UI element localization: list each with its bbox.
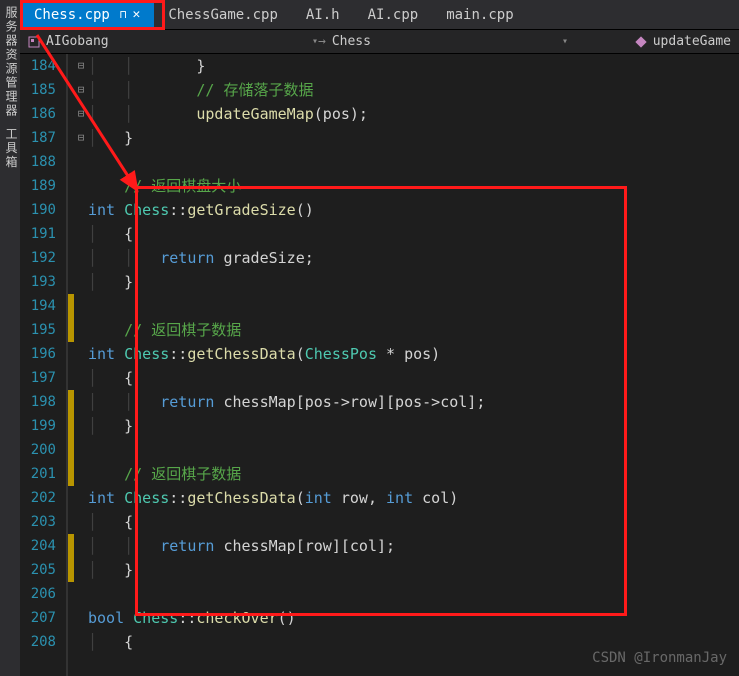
project-icon <box>28 36 40 48</box>
nav-member[interactable]: updateGame <box>568 34 739 49</box>
fold-toggle[interactable]: ⊟ <box>74 126 88 150</box>
code-line[interactable]: │ │ return chessMap[pos->row][pos->col]; <box>88 390 739 414</box>
line-number: 195 <box>20 318 56 342</box>
code-line[interactable]: int Chess::getGradeSize() <box>88 198 739 222</box>
line-number: 188 <box>20 150 56 174</box>
watermark: CSDN @IronmanJay <box>592 650 727 666</box>
code-line[interactable]: │ │ return gradeSize; <box>88 246 739 270</box>
tab-main-cpp[interactable]: main.cpp <box>432 0 527 29</box>
code-line[interactable]: │ │ // 存储落子数据 <box>88 78 739 102</box>
tab-ai-cpp[interactable]: AI.cpp <box>354 0 433 29</box>
line-number: 194 <box>20 294 56 318</box>
code-line[interactable]: // 返回棋子数据 <box>88 462 739 486</box>
line-number: 203 <box>20 510 56 534</box>
code-line[interactable]: // 返回棋子数据 <box>88 318 739 342</box>
line-number: 190 <box>20 198 56 222</box>
code-line[interactable] <box>88 582 739 606</box>
line-number: 204 <box>20 534 56 558</box>
code-line[interactable]: │ { <box>88 366 739 390</box>
fold-column[interactable]: ⊟⊟⊟⊟ <box>74 54 88 676</box>
nav-member-label: updateGame <box>653 34 731 49</box>
code-line[interactable]: │ { <box>88 510 739 534</box>
fold-toggle[interactable]: ⊟ <box>74 78 88 102</box>
code-line[interactable]: // 返回棋盘大小 <box>88 174 739 198</box>
line-number: 191 <box>20 222 56 246</box>
fold-toggle[interactable]: ⊟ <box>74 54 88 78</box>
tab-label: Chess.cpp <box>34 7 110 23</box>
code-line[interactable] <box>88 294 739 318</box>
code-line[interactable] <box>88 438 739 462</box>
code-line[interactable]: │ │ updateGameMap(pos); <box>88 102 739 126</box>
code-line[interactable]: │ } <box>88 270 739 294</box>
code-line[interactable]: │ │ } <box>88 54 739 78</box>
side-toolbar[interactable]: 服务器资源管理器 工具箱 <box>0 0 20 676</box>
method-icon <box>635 36 647 48</box>
fold-toggle[interactable]: ⊟ <box>74 102 88 126</box>
navigation-bar: AIGobang ▾ → Chess ▾ updateGame <box>20 30 739 54</box>
line-number: 207 <box>20 606 56 630</box>
tab-ai-h[interactable]: AI.h <box>292 0 354 29</box>
nav-class-label: Chess <box>332 34 371 49</box>
tab-label: AI.cpp <box>368 7 419 23</box>
code-line[interactable] <box>88 150 739 174</box>
line-number: 192 <box>20 246 56 270</box>
arrow-icon: → <box>318 34 326 49</box>
nav-class[interactable]: → Chess ▾ <box>318 34 568 49</box>
line-number: 197 <box>20 366 56 390</box>
nav-project[interactable]: AIGobang ▾ <box>28 34 318 49</box>
tab-chessgame-cpp[interactable]: ChessGame.cpp <box>154 0 292 29</box>
line-number: 187 <box>20 126 56 150</box>
line-number: 198 <box>20 390 56 414</box>
tab-chess-cpp[interactable]: Chess.cpp ⊓ ✕ <box>20 0 154 29</box>
code-line[interactable]: int Chess::getChessData(ChessPos * pos) <box>88 342 739 366</box>
line-number: 205 <box>20 558 56 582</box>
side-toolbar-label: 服务器资源管理器 工具箱 <box>4 6 18 169</box>
line-number: 208 <box>20 630 56 654</box>
pin-icon[interactable]: ⊓ <box>120 8 127 21</box>
tab-bar: Chess.cpp ⊓ ✕ ChessGame.cpp AI.h AI.cpp main.c… <box>20 0 739 30</box>
close-icon[interactable]: ✕ <box>132 7 140 22</box>
tab-label: AI.h <box>306 7 340 23</box>
line-number: 206 <box>20 582 56 606</box>
code-editor[interactable]: 1841851861871881891901911921931941951961… <box>20 54 739 676</box>
code-line[interactable]: │ │ return chessMap[row][col]; <box>88 534 739 558</box>
code-line[interactable]: int Chess::getChessData(int row, int col… <box>88 486 739 510</box>
line-number: 200 <box>20 438 56 462</box>
line-number: 193 <box>20 270 56 294</box>
tab-label: ChessGame.cpp <box>168 7 278 23</box>
code-line[interactable]: │ } <box>88 414 739 438</box>
code-line[interactable]: │ { <box>88 222 739 246</box>
line-number: 184 <box>20 54 56 78</box>
line-number: 196 <box>20 342 56 366</box>
code-line[interactable]: bool Chess::checkOver() <box>88 606 739 630</box>
line-number-gutter: 1841851861871881891901911921931941951961… <box>20 54 68 676</box>
line-number: 199 <box>20 414 56 438</box>
line-number: 185 <box>20 78 56 102</box>
code-line[interactable]: │ } <box>88 558 739 582</box>
line-number: 202 <box>20 486 56 510</box>
line-number: 201 <box>20 462 56 486</box>
code-content[interactable]: │ │ }│ │ // 存储落子数据│ │ updateGameMap(pos)… <box>88 54 739 676</box>
tab-label: main.cpp <box>446 7 513 23</box>
line-number: 186 <box>20 102 56 126</box>
code-line[interactable]: │ } <box>88 126 739 150</box>
nav-project-label: AIGobang <box>46 34 109 49</box>
line-number: 189 <box>20 174 56 198</box>
